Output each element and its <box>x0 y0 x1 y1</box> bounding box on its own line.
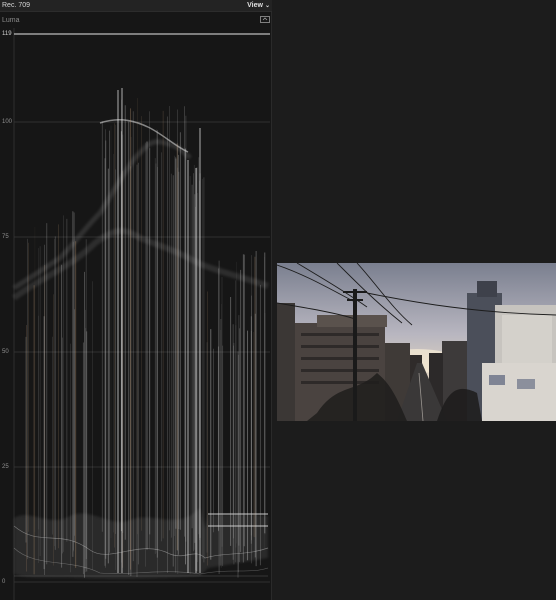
view-button-label: View <box>247 2 263 9</box>
scope-subheader: Luma <box>0 12 272 28</box>
scope-mode-label: Luma <box>2 16 20 24</box>
video-scope-panel: Rec. 709 View ⌄ Luma 119 100 75 50 25 0 <box>0 0 272 600</box>
viewer-frame-image <box>277 263 556 421</box>
waveform-area: 119 100 75 50 25 0 <box>0 28 272 600</box>
chevron-down-icon: ⌄ <box>264 3 270 9</box>
view-menu-button[interactable]: View ⌄ <box>247 2 270 9</box>
luma-waveform <box>12 28 270 600</box>
waveform-highlight-streaks <box>25 88 266 578</box>
display-settings-icon[interactable] <box>260 16 270 24</box>
waveform-sky-trace <box>12 118 269 301</box>
scope-header: Rec. 709 View ⌄ <box>0 0 272 12</box>
video-viewer[interactable] <box>277 263 556 421</box>
scope-standard-label: Rec. 709 <box>2 2 31 9</box>
